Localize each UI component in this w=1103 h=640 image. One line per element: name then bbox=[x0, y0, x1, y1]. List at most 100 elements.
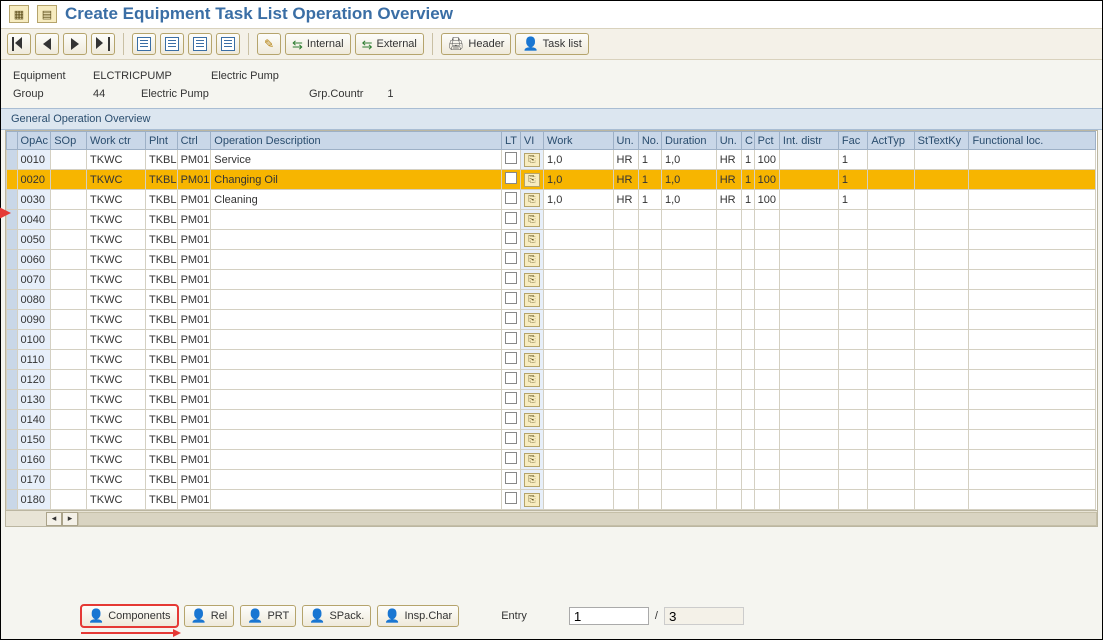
cell-desc[interactable]: Cleaning bbox=[211, 190, 502, 210]
cell-pct[interactable] bbox=[754, 350, 779, 370]
cell-work[interactable] bbox=[544, 470, 614, 490]
detail-icon[interactable]: ⎘ bbox=[524, 473, 540, 487]
cell-act[interactable] bbox=[868, 450, 914, 470]
cell-no[interactable] bbox=[638, 210, 661, 230]
col-fl[interactable]: Functional loc. bbox=[969, 132, 1096, 150]
cell-un2[interactable] bbox=[716, 270, 741, 290]
checkbox-icon[interactable] bbox=[505, 352, 517, 364]
cell-opac[interactable]: 0130 bbox=[17, 390, 51, 410]
col-plnt[interactable]: Plnt bbox=[145, 132, 177, 150]
cell-fl[interactable] bbox=[969, 230, 1096, 250]
cell-dur[interactable] bbox=[661, 370, 716, 390]
cell-un2[interactable]: HR bbox=[716, 150, 741, 170]
table-row[interactable]: 0070TKWCTKBLPM01⎘ bbox=[7, 270, 1096, 290]
overview-icon-1[interactable]: ▦ bbox=[9, 5, 29, 23]
cell-sop[interactable] bbox=[51, 390, 87, 410]
cell-int[interactable] bbox=[779, 330, 838, 350]
cell-no[interactable] bbox=[638, 250, 661, 270]
cell-stk[interactable] bbox=[914, 350, 969, 370]
cell-un[interactable] bbox=[613, 350, 638, 370]
table-row[interactable]: 0140TKWCTKBLPM01⎘ bbox=[7, 410, 1096, 430]
cell-desc[interactable] bbox=[211, 410, 502, 430]
cell-un[interactable]: HR bbox=[613, 150, 638, 170]
cell-un2[interactable] bbox=[716, 310, 741, 330]
cell-un2[interactable] bbox=[716, 250, 741, 270]
cell-fac[interactable] bbox=[838, 270, 867, 290]
cell-work[interactable] bbox=[544, 250, 614, 270]
cell-work[interactable] bbox=[544, 310, 614, 330]
checkbox-icon[interactable] bbox=[505, 252, 517, 264]
next-button[interactable] bbox=[63, 33, 87, 55]
table-row[interactable]: 0090TKWCTKBLPM01⎘ bbox=[7, 310, 1096, 330]
cell-plnt[interactable]: TKBL bbox=[145, 430, 177, 450]
cell-dur[interactable] bbox=[661, 330, 716, 350]
detail-icon[interactable]: ⎘ bbox=[524, 313, 540, 327]
cell-opac[interactable]: 0090 bbox=[17, 310, 51, 330]
cell-opac[interactable]: 0100 bbox=[17, 330, 51, 350]
inspchar-button[interactable]: 👤Insp.Char bbox=[377, 605, 459, 627]
cell-dur[interactable] bbox=[661, 210, 716, 230]
scroll-track[interactable] bbox=[78, 512, 1097, 526]
row-selector[interactable] bbox=[7, 270, 18, 290]
cell-act[interactable] bbox=[868, 330, 914, 350]
cell-work[interactable] bbox=[544, 210, 614, 230]
cell-plnt[interactable]: TKBL bbox=[145, 330, 177, 350]
cell-vi[interactable]: ⎘ bbox=[520, 310, 543, 330]
cell-wctr[interactable]: TKWC bbox=[87, 450, 146, 470]
cell-act[interactable] bbox=[868, 390, 914, 410]
cell-ctrl[interactable]: PM01 bbox=[177, 490, 211, 510]
cell-vi[interactable]: ⎘ bbox=[520, 470, 543, 490]
cell-fac[interactable] bbox=[838, 230, 867, 250]
cell-ctrl[interactable]: PM01 bbox=[177, 210, 211, 230]
cell-vi[interactable]: ⎘ bbox=[520, 250, 543, 270]
cell-dur[interactable] bbox=[661, 410, 716, 430]
cell-lt[interactable] bbox=[501, 230, 520, 250]
table-row[interactable]: 0170TKWCTKBLPM01⎘ bbox=[7, 470, 1096, 490]
cell-fl[interactable] bbox=[969, 190, 1096, 210]
cell-desc[interactable]: Changing Oil bbox=[211, 170, 502, 190]
scroll-right-button[interactable]: ▸ bbox=[62, 512, 78, 526]
cell-un2[interactable] bbox=[716, 430, 741, 450]
cell-vi[interactable]: ⎘ bbox=[520, 390, 543, 410]
cell-fac[interactable] bbox=[838, 330, 867, 350]
cell-sop[interactable] bbox=[51, 370, 87, 390]
cell-work[interactable] bbox=[544, 390, 614, 410]
first-button[interactable] bbox=[7, 33, 31, 55]
checkbox-icon[interactable] bbox=[505, 172, 517, 184]
cell-dur[interactable] bbox=[661, 390, 716, 410]
horizontal-scrollbar[interactable]: ◂ ▸ bbox=[5, 511, 1098, 527]
cell-fl[interactable] bbox=[969, 290, 1096, 310]
cell-sop[interactable] bbox=[51, 290, 87, 310]
row-selector[interactable] bbox=[7, 250, 18, 270]
cell-lt[interactable] bbox=[501, 410, 520, 430]
cell-un[interactable] bbox=[613, 250, 638, 270]
cell-dur[interactable] bbox=[661, 470, 716, 490]
row-selector[interactable] bbox=[7, 150, 18, 170]
cell-plnt[interactable]: TKBL bbox=[145, 290, 177, 310]
cell-pct[interactable] bbox=[754, 290, 779, 310]
cell-stk[interactable] bbox=[914, 330, 969, 350]
cell-wctr[interactable]: TKWC bbox=[87, 250, 146, 270]
cell-fl[interactable] bbox=[969, 150, 1096, 170]
cell-fac[interactable] bbox=[838, 310, 867, 330]
table-row[interactable]: 0060TKWCTKBLPM01⎘ bbox=[7, 250, 1096, 270]
cell-plnt[interactable]: TKBL bbox=[145, 490, 177, 510]
overview-icon-2[interactable]: ▤ bbox=[37, 5, 57, 23]
cell-plnt[interactable]: TKBL bbox=[145, 170, 177, 190]
cell-opac[interactable]: 0030 bbox=[17, 190, 51, 210]
cell-sop[interactable] bbox=[51, 190, 87, 210]
cell-un2[interactable] bbox=[716, 490, 741, 510]
cell-ctrl[interactable]: PM01 bbox=[177, 470, 211, 490]
table-row[interactable]: 0030TKWCTKBLPM01Cleaning⎘1,0HR11,0HR1100… bbox=[7, 190, 1096, 210]
cell-dur[interactable] bbox=[661, 290, 716, 310]
cell-desc[interactable] bbox=[211, 270, 502, 290]
cell-vi[interactable]: ⎘ bbox=[520, 210, 543, 230]
checkbox-icon[interactable] bbox=[505, 412, 517, 424]
cell-work[interactable] bbox=[544, 410, 614, 430]
col-wctr[interactable]: Work ctr bbox=[87, 132, 146, 150]
table-row[interactable]: 0150TKWCTKBLPM01⎘ bbox=[7, 430, 1096, 450]
cell-fl[interactable] bbox=[969, 270, 1096, 290]
detail-icon[interactable]: ⎘ bbox=[524, 213, 540, 227]
cell-un[interactable] bbox=[613, 370, 638, 390]
cell-ctrl[interactable]: PM01 bbox=[177, 330, 211, 350]
